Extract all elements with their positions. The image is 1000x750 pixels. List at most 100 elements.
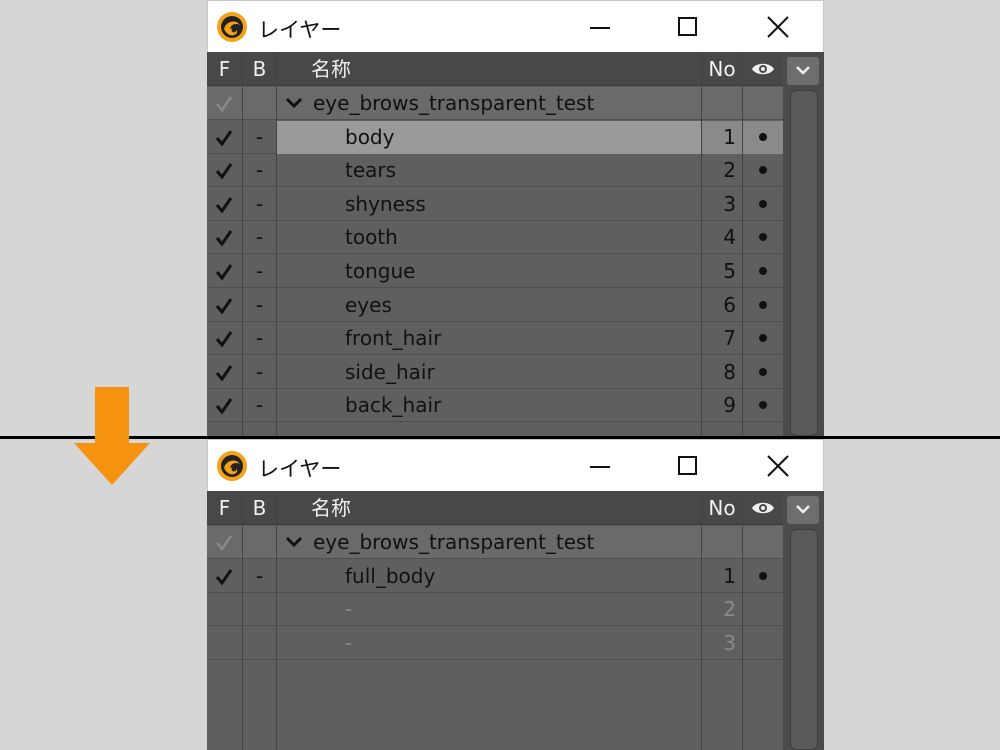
blend-cell[interactable]: - bbox=[243, 560, 276, 593]
flag-cell[interactable] bbox=[207, 289, 242, 322]
layer-row[interactable]: - back_hair 9 bbox=[207, 389, 783, 422]
flag-cell[interactable] bbox=[207, 627, 242, 660]
titlebar[interactable]: レイヤー bbox=[207, 0, 824, 52]
name-cell[interactable]: shyness bbox=[277, 188, 702, 221]
blend-cell[interactable] bbox=[243, 87, 276, 120]
visibility-cell[interactable] bbox=[743, 154, 783, 187]
name-cell[interactable]: - bbox=[277, 593, 702, 626]
visibility-cell[interactable] bbox=[743, 593, 783, 626]
flag-cell[interactable] bbox=[207, 154, 242, 187]
name-cell[interactable]: tongue bbox=[277, 255, 702, 288]
close-button[interactable] bbox=[750, 1, 806, 53]
panel-menu-button[interactable] bbox=[787, 57, 819, 85]
visibility-cell[interactable] bbox=[743, 627, 783, 660]
close-button[interactable] bbox=[750, 440, 806, 492]
visibility-cell[interactable] bbox=[743, 389, 783, 422]
name-cell[interactable]: front_hair bbox=[277, 322, 702, 355]
minimize-button[interactable] bbox=[572, 1, 628, 53]
blend-cell[interactable]: - bbox=[243, 221, 276, 254]
layer-row[interactable]: - front_hair 7 bbox=[207, 322, 783, 355]
blend-cell[interactable]: - bbox=[243, 356, 276, 389]
col-f-header[interactable]: F bbox=[207, 52, 242, 86]
name-cell[interactable]: eyes bbox=[277, 289, 702, 322]
flag-cell[interactable] bbox=[207, 593, 242, 626]
visibility-cell[interactable] bbox=[743, 289, 783, 322]
layer-row[interactable]: - body 1 bbox=[207, 121, 783, 154]
layer-row[interactable]: - 3 bbox=[207, 627, 783, 660]
visibility-cell[interactable] bbox=[743, 356, 783, 389]
flag-cell[interactable] bbox=[207, 560, 242, 593]
check-icon bbox=[215, 197, 233, 214]
visibility-cell[interactable] bbox=[743, 255, 783, 288]
layer-row[interactable]: - tooth 4 bbox=[207, 221, 783, 254]
col-visibility-header[interactable] bbox=[743, 491, 783, 525]
layer-row[interactable]: - tongue 5 bbox=[207, 255, 783, 288]
scrollbar[interactable] bbox=[790, 529, 818, 750]
col-name-header[interactable]: 名称 bbox=[311, 52, 701, 86]
layer-row[interactable]: - 2 bbox=[207, 593, 783, 626]
name-cell[interactable]: body bbox=[277, 121, 702, 154]
layer-row[interactable]: - side_hair 8 bbox=[207, 356, 783, 389]
col-f-header[interactable]: F bbox=[207, 491, 242, 525]
visibility-cell[interactable] bbox=[743, 188, 783, 221]
flag-cell[interactable] bbox=[207, 87, 242, 120]
blend-cell[interactable]: - bbox=[243, 154, 276, 187]
minimize-button[interactable] bbox=[572, 440, 628, 492]
col-no-header[interactable]: No bbox=[702, 52, 742, 86]
col-visibility-header[interactable] bbox=[743, 52, 783, 86]
panel-menu-button[interactable] bbox=[787, 496, 819, 524]
name-cell[interactable]: eye_brows_transparent_test bbox=[277, 526, 702, 559]
blend-cell[interactable]: - bbox=[243, 121, 276, 154]
flag-cell[interactable] bbox=[207, 188, 242, 221]
flag-cell[interactable] bbox=[207, 356, 242, 389]
visibility-cell[interactable] bbox=[743, 221, 783, 254]
name-cell[interactable]: tooth bbox=[277, 221, 702, 254]
flag-cell[interactable] bbox=[207, 322, 242, 355]
blend-cell[interactable] bbox=[243, 593, 276, 626]
blend-cell[interactable]: - bbox=[243, 322, 276, 355]
layer-group-row[interactable]: eye_brows_transparent_test bbox=[207, 87, 783, 120]
maximize-button[interactable] bbox=[659, 440, 715, 492]
visibility-cell[interactable] bbox=[743, 87, 783, 120]
name-cell[interactable]: - bbox=[277, 627, 702, 660]
blend-cell[interactable] bbox=[243, 627, 276, 660]
flag-cell[interactable] bbox=[207, 389, 242, 422]
blend-cell[interactable] bbox=[243, 526, 276, 559]
check-icon bbox=[216, 96, 233, 113]
layer-panel: F B 名称 No eye_brows_transparent_test - b… bbox=[207, 52, 824, 436]
flag-cell[interactable] bbox=[207, 221, 242, 254]
col-name-header[interactable]: 名称 bbox=[311, 491, 701, 525]
layer-name: - bbox=[345, 631, 353, 655]
scrollbar[interactable] bbox=[790, 90, 818, 436]
titlebar[interactable]: レイヤー bbox=[207, 439, 824, 491]
blend-cell[interactable]: - bbox=[243, 389, 276, 422]
name-cell[interactable]: tears bbox=[277, 154, 702, 187]
flag-cell[interactable] bbox=[207, 121, 242, 154]
number-cell: 1 bbox=[702, 121, 742, 154]
layer-group-row[interactable]: eye_brows_transparent_test bbox=[207, 526, 783, 559]
col-b-header[interactable]: B bbox=[243, 491, 276, 525]
visibility-cell[interactable] bbox=[743, 560, 783, 593]
maximize-button[interactable] bbox=[659, 1, 715, 53]
visibility-cell[interactable] bbox=[743, 322, 783, 355]
blend-cell[interactable]: - bbox=[243, 289, 276, 322]
number-cell: 1 bbox=[723, 564, 736, 588]
name-cell[interactable]: full_body bbox=[277, 560, 702, 593]
flag-cell[interactable] bbox=[207, 526, 242, 559]
flag-cell[interactable] bbox=[207, 255, 242, 288]
layer-name: eyes bbox=[345, 293, 392, 317]
name-cell[interactable]: back_hair bbox=[277, 389, 702, 422]
name-cell[interactable]: side_hair bbox=[277, 356, 702, 389]
number-cell: 2 bbox=[723, 597, 736, 621]
layer-row[interactable]: - shyness 3 bbox=[207, 188, 783, 221]
layer-row[interactable]: - tears 2 bbox=[207, 154, 783, 187]
blend-cell[interactable]: - bbox=[243, 188, 276, 221]
name-cell[interactable]: eye_brows_transparent_test bbox=[277, 87, 702, 120]
visibility-cell[interactable] bbox=[743, 121, 783, 154]
layer-row[interactable]: - full_body 1 bbox=[207, 560, 783, 593]
col-no-header[interactable]: No bbox=[702, 491, 742, 525]
layer-row[interactable]: - eyes 6 bbox=[207, 289, 783, 322]
visibility-cell[interactable] bbox=[743, 526, 783, 559]
blend-cell[interactable]: - bbox=[243, 255, 276, 288]
col-b-header[interactable]: B bbox=[243, 52, 276, 86]
